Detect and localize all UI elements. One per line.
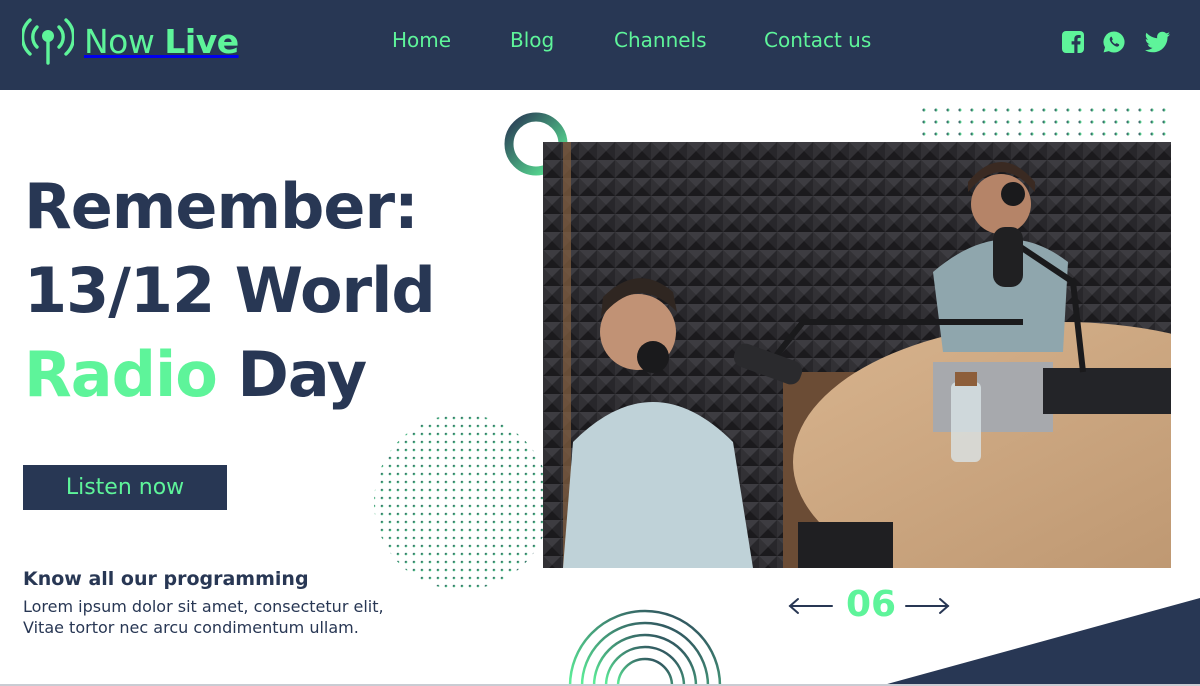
dots-pattern-circle xyxy=(374,414,550,590)
programming-text-line1: Lorem ipsum dolor sit amet, consectetur … xyxy=(23,597,384,616)
listen-now-button[interactable]: Listen now xyxy=(23,465,227,510)
slide-pager: 06 xyxy=(786,584,956,628)
brand-name-bold: Live xyxy=(164,21,239,61)
nav-blog[interactable]: Blog xyxy=(510,28,554,52)
hero-headline: Remember: 13/12 World Radio Day xyxy=(24,165,436,417)
whatsapp-link[interactable] xyxy=(1102,30,1126,54)
headline-line2: 13/12 World xyxy=(24,254,436,327)
brand-logo[interactable]: Now Live xyxy=(22,16,239,66)
programming-text-line2: Vitae tortor nec arcu condimentum ullam. xyxy=(23,618,359,637)
podcast-studio-photo xyxy=(543,142,1171,568)
site-header: Now Live Home Blog Channels Contact us xyxy=(0,0,1200,90)
nav-home[interactable]: Home xyxy=(392,28,451,52)
hero-photo xyxy=(543,142,1171,568)
twitter-icon xyxy=(1144,31,1170,53)
arrow-right-icon[interactable] xyxy=(904,594,952,618)
whatsapp-icon xyxy=(1103,31,1125,53)
brand-name-light: Now xyxy=(84,21,155,61)
brand-name: Now Live xyxy=(84,22,239,61)
dots-pattern-top xyxy=(918,104,1168,138)
nav-channels[interactable]: Channels xyxy=(614,28,707,52)
headline-accent: Radio xyxy=(24,338,218,411)
slide-number: 06 xyxy=(845,584,897,625)
facebook-icon xyxy=(1062,31,1084,53)
headline-line1: Remember: xyxy=(24,170,419,243)
arrow-left-icon[interactable] xyxy=(786,594,834,618)
programming-description: Lorem ipsum dolor sit amet, consectetur … xyxy=(23,596,403,638)
programming-title: Know all our programming xyxy=(23,568,309,590)
headline-line3: Day xyxy=(237,338,367,411)
radio-antenna-icon xyxy=(22,18,74,65)
nav-contact[interactable]: Contact us xyxy=(764,28,871,52)
twitter-link[interactable] xyxy=(1144,30,1172,54)
facebook-link[interactable] xyxy=(1061,30,1085,54)
arcs-decoration xyxy=(568,609,722,686)
